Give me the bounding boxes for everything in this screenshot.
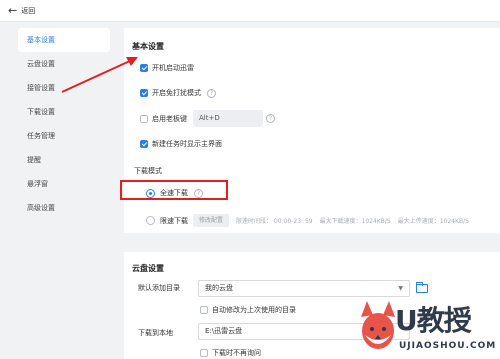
local-dir-label: 下载到本地	[138, 329, 173, 337]
sidebar-item-basic[interactable]: 基本设置	[18, 28, 110, 52]
sidebar-item-tasks[interactable]: 任务管理	[18, 124, 110, 148]
no-disturb-option[interactable]: 开启免打扰模式 ?	[140, 88, 216, 98]
watermark-brand: U教授	[395, 304, 472, 337]
limited-speed-radio[interactable]	[146, 216, 155, 225]
back-button[interactable]: 返回	[21, 6, 35, 16]
sidebar-item-takeover[interactable]: 接管设置	[18, 76, 110, 100]
section-title-basic: 基本设置	[132, 42, 164, 51]
download-mode-title: 下载模式	[134, 167, 162, 175]
folder-icon[interactable]	[416, 282, 428, 293]
max-upload-speed: 最大上传速度：1024KB/S	[397, 218, 469, 225]
chevron-down-icon: ▼	[398, 285, 403, 292]
sidebar-item-floating[interactable]: 悬浮窗	[18, 172, 110, 196]
help-icon[interactable]: ?	[207, 88, 216, 98]
watermark: U教授 UJIAOSHOU.COM	[357, 295, 500, 359]
edit-config-button[interactable]: 修改配置	[193, 214, 230, 227]
autostart-option[interactable]: 开机启动迅雷	[140, 63, 194, 73]
highlight-box	[120, 180, 228, 200]
no-disturb-checkbox[interactable]	[140, 89, 148, 97]
no-ask-option[interactable]: 下载时不再询问	[200, 348, 261, 358]
boss-key-label: 启用老板键	[152, 115, 187, 123]
watermark-url: UJIAOSHOU.COM	[399, 341, 497, 351]
boss-key-checkbox[interactable]	[140, 115, 148, 123]
default-dir-label: 默认添加目录	[138, 284, 180, 292]
autostart-label: 开机启动迅雷	[152, 64, 194, 72]
local-dir-value: E:\迅雷云盘	[205, 327, 243, 335]
show-main-option[interactable]: 新建任务时显示主界面	[140, 139, 222, 149]
autostart-checkbox[interactable]	[140, 64, 148, 72]
settings-sidebar: 基本设置 云盘设置 接管设置 下载设置 任务管理 提醒 悬浮窗 高级设置	[18, 28, 110, 220]
sidebar-item-download[interactable]: 下载设置	[18, 100, 110, 124]
no-disturb-label: 开启免打扰模式	[152, 89, 201, 97]
limit-time-range: 限速时间段： 00:00-23: 59	[236, 218, 313, 225]
sidebar-item-advanced[interactable]: 高级设置	[18, 196, 110, 220]
back-arrow-icon[interactable]: ←	[8, 5, 17, 16]
sidebar-item-cloud[interactable]: 云盘设置	[18, 52, 110, 76]
boss-key-option[interactable]: 启用老板键	[140, 114, 187, 124]
boss-key-hotkey-field[interactable]: Alt+D	[193, 110, 263, 127]
no-ask-label: 下载时不再询问	[212, 349, 261, 357]
auto-modify-option[interactable]: 自动修改为上次使用的目录	[200, 305, 296, 315]
sidebar-item-reminder[interactable]: 提醒	[18, 148, 110, 172]
basic-settings-panel: 基本设置 开机启动迅雷 开启免打扰模式 ? 启用老板键 Alt+D ? 新建任务…	[124, 28, 500, 233]
fox-logo-icon	[361, 301, 395, 349]
auto-modify-label: 自动修改为上次使用的目录	[212, 306, 296, 314]
limited-speed-option[interactable]: 限速下载 修改配置 限速时间段： 00:00-23: 59 最大下载速度：102…	[146, 214, 469, 227]
section-title-cloud: 云盘设置	[132, 264, 164, 273]
help-icon[interactable]: ?	[266, 114, 275, 123]
limited-speed-label: 限速下载	[160, 216, 188, 225]
show-main-label: 新建任务时显示主界面	[152, 140, 222, 148]
top-bar: ← 返回	[0, 0, 500, 22]
show-main-checkbox[interactable]	[140, 140, 148, 148]
default-dir-value: 我的云盘	[205, 284, 233, 292]
no-ask-checkbox[interactable]	[200, 349, 208, 357]
auto-modify-checkbox[interactable]	[200, 306, 208, 314]
max-download-speed: 最大下载速度：1024KB/S	[319, 218, 391, 225]
